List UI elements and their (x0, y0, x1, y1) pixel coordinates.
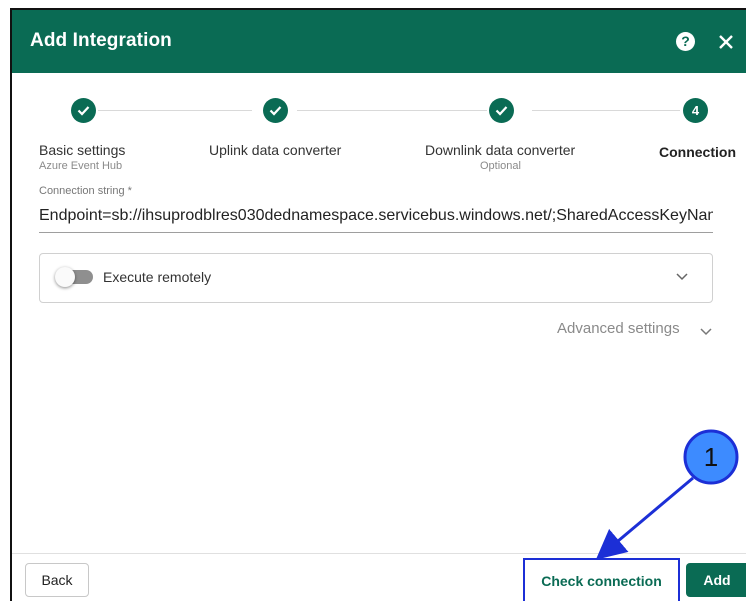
connection-string-input[interactable]: Endpoint=sb://ihsuprodblres030dednamespa… (39, 201, 713, 233)
connection-string-label: Connection string * (39, 185, 132, 197)
chevron-down-icon[interactable] (676, 273, 688, 281)
stepper-connector (98, 110, 252, 111)
step-3-check-icon[interactable] (489, 98, 514, 123)
add-button[interactable]: Add (686, 563, 746, 597)
help-icon[interactable]: ? (676, 32, 695, 51)
step-2-label[interactable]: Uplink data converter (209, 142, 341, 158)
step-3-label[interactable]: Downlink data converter (425, 142, 575, 158)
step-1-check-icon[interactable] (71, 98, 96, 123)
dialog-header: Add Integration ? (12, 10, 746, 73)
step-3-sublabel: Optional (480, 160, 521, 172)
toggle-knob (55, 267, 75, 287)
step-4-label[interactable]: Connection (659, 144, 736, 160)
step-4-number[interactable]: 4 (683, 98, 708, 123)
execute-remotely-label: Execute remotely (103, 269, 212, 285)
back-button[interactable]: Back (25, 563, 89, 597)
check-connection-button[interactable]: Check connection (523, 558, 680, 601)
step-1-sublabel: Azure Event Hub (39, 160, 123, 172)
stepper-connector (297, 110, 487, 111)
close-icon[interactable] (715, 28, 737, 54)
stepper-connector (532, 110, 680, 111)
step-1-label[interactable]: Basic settings (39, 142, 125, 158)
dialog-title: Add Integration (30, 30, 172, 51)
chevron-down-icon[interactable] (700, 328, 712, 336)
advanced-settings-toggle[interactable]: Advanced settings (557, 320, 680, 337)
add-integration-dialog: Add Integration ? Basic settings Azure E… (10, 8, 746, 601)
step-2-check-icon[interactable] (263, 98, 288, 123)
execute-remotely-panel[interactable]: Execute remotely (39, 253, 713, 303)
execute-remotely-toggle[interactable] (55, 267, 93, 287)
footer-divider (12, 553, 746, 554)
